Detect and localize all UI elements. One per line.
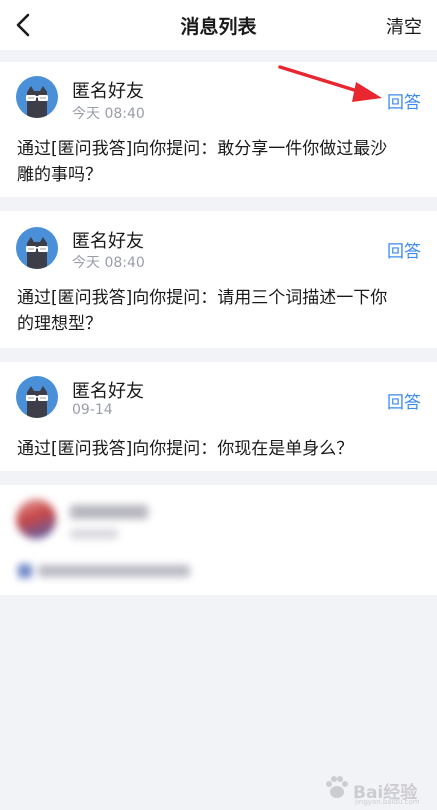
anonymous-cat-avatar-icon xyxy=(16,227,58,269)
watermark: Bai经验 jingyan.baidu.com xyxy=(319,768,429,806)
avatar[interactable] xyxy=(16,227,58,269)
avatar xyxy=(16,499,56,539)
reply-button[interactable]: 回答 xyxy=(387,237,421,262)
reply-button[interactable]: 回答 xyxy=(387,388,421,413)
page-title: 消息列表 xyxy=(180,16,257,38)
message-text: 通过[匿问我答]向你提问：你现在是单身么？ xyxy=(17,436,420,462)
blurred-time xyxy=(70,529,118,539)
paw-logo-icon xyxy=(326,776,348,798)
message-text-line: 的理想型？ xyxy=(17,314,102,334)
blurred-message xyxy=(38,565,190,577)
top-navigation-bar: 消息列表 清空 xyxy=(0,0,437,50)
sender-name: 匿名好友 xyxy=(72,231,144,252)
message-text-line: 雕的事吗？ xyxy=(17,165,102,185)
blurred-message-card xyxy=(0,485,437,595)
blurred-sender xyxy=(70,505,148,519)
message-time: 09-14 xyxy=(72,402,113,418)
avatar[interactable] xyxy=(16,376,58,418)
reply-button[interactable]: 回答 xyxy=(387,88,421,113)
sender-name: 匿名好友 xyxy=(72,381,144,402)
anonymous-cat-avatar-icon xyxy=(16,376,58,418)
blurred-content xyxy=(0,485,437,595)
message-text: 通过[匿问我答]向你提问：敢分享一件你做过最沙 雕的事吗？ xyxy=(17,136,420,188)
message-card: 匿名好友 09-14 回答 通过[匿问我答]向你提问：你现在是单身么？ xyxy=(0,362,437,471)
avatar[interactable] xyxy=(16,76,58,118)
clear-button[interactable]: 清空 xyxy=(386,13,422,39)
message-card: 匿名好友 今天 08:40 回答 通过[匿问我答]向你提问：请用三个词描述一下你… xyxy=(0,211,437,348)
watermark-subtext: jingyan.baidu.com xyxy=(355,798,420,806)
anonymous-cat-avatar-icon xyxy=(16,76,58,118)
message-text-line: 通过[匿问我答]向你提问：请用三个词描述一下你 xyxy=(17,288,388,308)
message-text-line: 通过[匿问我答]向你提问：敢分享一件你做过最沙 xyxy=(17,139,388,159)
message-text-line: 通过[匿问我答]向你提问：你现在是单身么？ xyxy=(17,439,354,459)
sender-name: 匿名好友 xyxy=(72,81,144,102)
blurred-tag xyxy=(18,564,32,578)
message-time: 今天 08:40 xyxy=(72,255,145,271)
message-text: 通过[匿问我答]向你提问：请用三个词描述一下你 的理想型？ xyxy=(17,285,420,337)
annotation-arrow-icon xyxy=(278,65,382,102)
message-time: 今天 08:40 xyxy=(72,106,145,122)
